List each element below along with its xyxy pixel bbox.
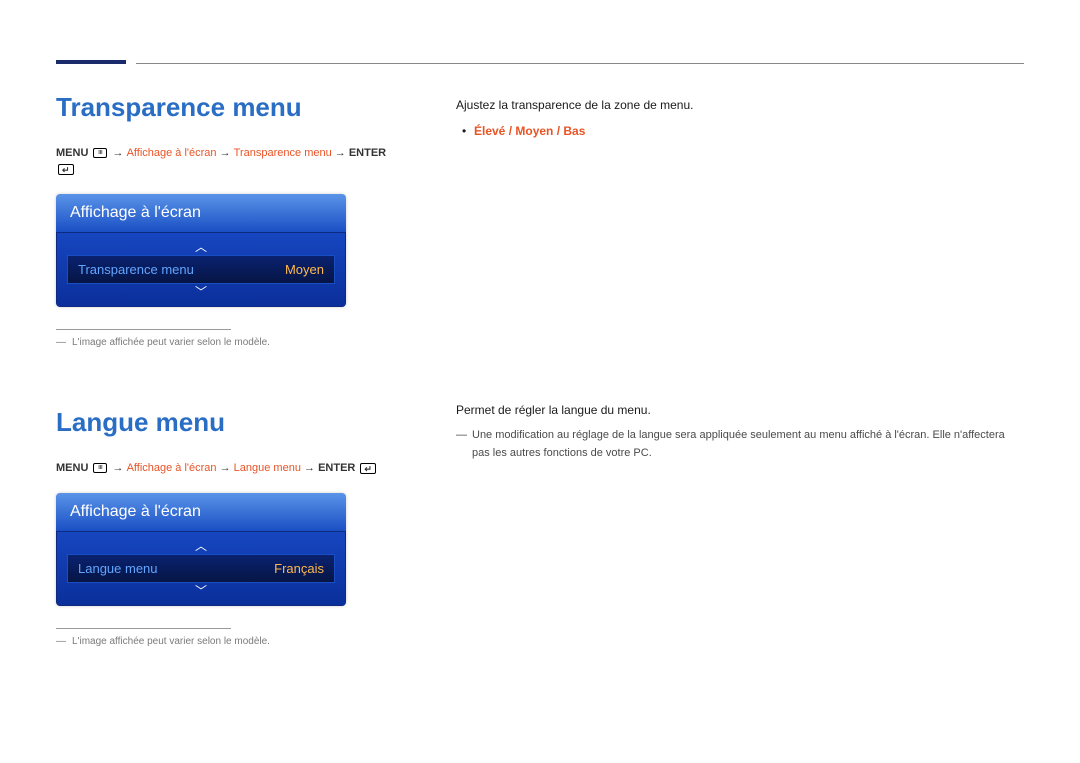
- header-rule-accent: [56, 60, 126, 64]
- breadcrumb-menu-label: MENU: [56, 462, 88, 474]
- note-langue: Une modification au réglage de la langue…: [456, 427, 1024, 462]
- footnote-langue: L'image affichée peut varier selon le mo…: [56, 635, 396, 648]
- enter-icon: [58, 164, 74, 175]
- options-transparence: Élevé / Moyen / Bas: [456, 122, 1024, 141]
- breadcrumb-path1: Affichage à l'écran: [127, 147, 217, 159]
- desc-langue: Permet de régler la langue du menu.: [456, 401, 1024, 419]
- chevron-down-icon[interactable]: ﹀: [67, 583, 335, 599]
- osd-row-value: Moyen: [285, 262, 324, 277]
- footnote-transparence: L'image affichée peut varier selon le mo…: [56, 336, 396, 349]
- osd-panel-langue: Affichage à l'écran ︿ Langue menu França…: [56, 493, 346, 606]
- section-title-langue: Langue menu: [56, 407, 396, 438]
- osd-body: ︿ Langue menu Français ﹀: [56, 531, 346, 606]
- osd-row-value: Français: [274, 561, 324, 576]
- breadcrumb-path2: Langue menu: [234, 462, 301, 474]
- breadcrumb-enter-label: ENTER: [318, 462, 355, 474]
- osd-row-transparence[interactable]: Transparence menu Moyen: [67, 255, 335, 284]
- breadcrumb-langue: MENU → Affichage à l'écran → Langue menu…: [56, 460, 396, 477]
- osd-body: ︿ Transparence menu Moyen ﹀: [56, 232, 346, 307]
- breadcrumb-path2: Transparence menu: [234, 147, 332, 159]
- desc-transparence: Ajustez la transparence de la zone de me…: [456, 96, 1024, 114]
- header-rule-line: [136, 63, 1024, 64]
- chevron-up-icon[interactable]: ︿: [67, 239, 335, 255]
- osd-row-label: Transparence menu: [78, 262, 194, 277]
- menu-icon: [93, 148, 107, 158]
- chevron-down-icon[interactable]: ﹀: [67, 284, 335, 300]
- menu-icon: [93, 463, 107, 473]
- footnote-rule: [56, 329, 231, 330]
- osd-row-label: Langue menu: [78, 561, 158, 576]
- breadcrumb-transparence: MENU → Affichage à l'écran → Transparenc…: [56, 145, 396, 178]
- options-values: Élevé / Moyen / Bas: [474, 124, 585, 138]
- osd-row-langue[interactable]: Langue menu Français: [67, 554, 335, 583]
- osd-header: Affichage à l'écran: [56, 493, 346, 531]
- footnote-rule: [56, 628, 231, 629]
- osd-header: Affichage à l'écran: [56, 194, 346, 232]
- breadcrumb-menu-label: MENU: [56, 147, 88, 159]
- breadcrumb-enter-label: ENTER: [349, 147, 386, 159]
- enter-icon: [360, 463, 376, 474]
- osd-panel-transparence: Affichage à l'écran ︿ Transparence menu …: [56, 194, 346, 307]
- header-rule: [56, 60, 1024, 64]
- chevron-up-icon[interactable]: ︿: [67, 538, 335, 554]
- breadcrumb-path1: Affichage à l'écran: [127, 462, 217, 474]
- section-title-transparence: Transparence menu: [56, 92, 396, 123]
